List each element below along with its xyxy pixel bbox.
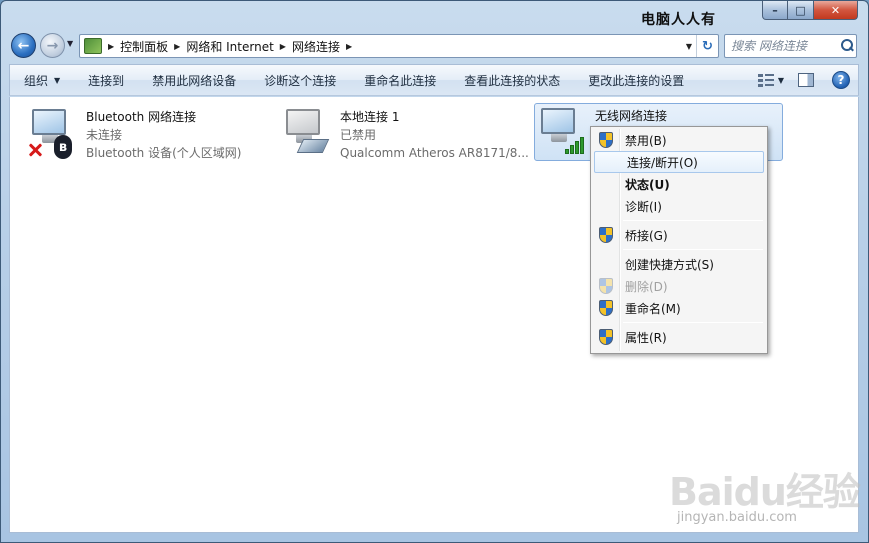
maximize-button[interactable]: □ [788, 1, 814, 20]
minimize-button[interactable]: – [762, 1, 788, 20]
rename-button[interactable]: 重命名此连接 [350, 65, 450, 95]
monitor-icon [541, 108, 575, 134]
menu-item-label: 属性(R) [625, 330, 667, 345]
back-button[interactable]: ← [11, 33, 36, 58]
uac-shield-icon [599, 300, 613, 316]
connection-details: Bluetooth 网络连接 未连接 Bluetooth 设备(个人区域网) [86, 105, 241, 163]
menu-item-delete: 删除(D) [593, 275, 765, 297]
uac-shield-icon [599, 227, 613, 243]
address-bar[interactable]: ▶ 控制面板 ▶ 网络和 Internet ▶ 网络连接 ▶ ▼ ↻ [79, 34, 719, 58]
chevron-right-icon[interactable]: ▶ [346, 42, 352, 51]
refresh-icon[interactable]: ↻ [696, 35, 718, 57]
menu-item-create-shortcut[interactable]: 创建快捷方式(S) [593, 253, 765, 275]
search-box[interactable] [724, 34, 857, 58]
explorer-window: 电脑人人有 – □ ✕ ← → ▼ ▶ 控制面板 ▶ 网络和 Internet … [0, 0, 869, 543]
wifi-signal-icon [565, 136, 587, 154]
menu-item-label: 连接/断开(O) [627, 155, 698, 170]
forward-button[interactable]: → [40, 33, 65, 58]
menu-item-diagnose[interactable]: 诊断(I) [593, 195, 765, 217]
menu-item-status[interactable]: 状态(U) [593, 173, 765, 195]
connection-status: 已禁用 [340, 128, 377, 142]
menu-item-label: 重命名(M) [625, 301, 681, 316]
disable-device-button[interactable]: 禁用此网络设备 [138, 65, 250, 95]
command-bar: 组织 ▼ 连接到 禁用此网络设备 诊断这个连接 重命名此连接 查看此连接的状态 … [9, 64, 859, 96]
monitor-icon [286, 109, 320, 135]
menu-item-label: 删除(D) [625, 279, 668, 294]
connect-to-button[interactable]: 连接到 [74, 65, 138, 95]
breadcrumb-network-connections[interactable]: 网络连接 [292, 38, 340, 55]
uac-shield-icon [599, 278, 613, 294]
breadcrumb-control-panel[interactable]: 控制面板 [120, 38, 168, 55]
navigation-bar: ← → ▼ ▶ 控制面板 ▶ 网络和 Internet ▶ 网络连接 ▶ ▼ ↻ [9, 31, 859, 59]
connection-name: 本地连接 1 [340, 110, 400, 124]
recent-pages-dropdown-icon[interactable]: ▼ [67, 39, 73, 48]
control-panel-icon [84, 38, 102, 54]
chevron-right-icon[interactable]: ▶ [280, 42, 286, 51]
connection-details: 本地连接 1 已禁用 Qualcomm Atheros AR8171/8... [340, 105, 529, 163]
network-adapter-icon [537, 104, 587, 158]
menu-separator [623, 220, 763, 221]
connection-bluetooth[interactable]: ʙ Bluetooth 网络连接 未连接 Bluetooth 设备(个人区域网) [28, 105, 241, 163]
menu-item-label: 创建快捷方式(S) [625, 257, 714, 272]
view-options-dropdown-icon[interactable]: ▼ [778, 76, 784, 85]
baidu-watermark: Baidu经验 jingyan.baidu.com [669, 461, 861, 525]
uac-shield-icon [599, 132, 613, 148]
monitor-icon [32, 109, 66, 135]
organize-label: 组织 [24, 73, 49, 88]
window-title: 电脑人人有 [641, 12, 716, 28]
connection-name: 无线网络连接 [595, 109, 668, 123]
menu-item-properties[interactable]: 属性(R) [593, 326, 765, 348]
menu-item-connect-disconnect[interactable]: 连接/断开(O) [594, 151, 764, 173]
menu-item-disable[interactable]: 禁用(B) [593, 129, 765, 151]
search-input[interactable] [731, 39, 839, 53]
connection-name: Bluetooth 网络连接 [86, 110, 197, 124]
disconnected-x-icon [28, 143, 42, 157]
organize-button[interactable]: 组织 ▼ [10, 65, 74, 95]
caption-buttons: – □ ✕ [762, 1, 858, 20]
connection-local-1[interactable]: 本地连接 1 已禁用 Qualcomm Atheros AR8171/8... [282, 105, 529, 163]
address-dropdown-icon[interactable]: ▼ [682, 42, 696, 51]
change-settings-button[interactable]: 更改此连接的设置 [574, 65, 698, 95]
menu-item-rename[interactable]: 重命名(M) [593, 297, 765, 319]
change-view-icon[interactable] [757, 73, 774, 87]
diagnose-button[interactable]: 诊断这个连接 [250, 65, 350, 95]
chevron-right-icon[interactable]: ▶ [108, 42, 114, 51]
menu-item-label: 禁用(B) [625, 133, 667, 148]
menu-item-bridge[interactable]: 桥接(G) [593, 224, 765, 246]
menu-item-label: 桥接(G) [625, 228, 668, 243]
help-icon[interactable]: ? [832, 71, 850, 89]
menu-separator [623, 249, 763, 250]
chevron-down-icon: ▼ [54, 75, 61, 85]
connection-status: 未连接 [86, 128, 123, 142]
menu-item-label: 状态(U) [625, 177, 670, 192]
menu-item-label: 诊断(I) [625, 199, 662, 214]
network-adapter-icon: ʙ [28, 105, 78, 159]
view-status-button[interactable]: 查看此连接的状态 [450, 65, 574, 95]
close-button[interactable]: ✕ [814, 1, 858, 20]
context-menu: 禁用(B) 连接/断开(O) 状态(U) 诊断(I) 桥接(G) 创建快捷方式(… [590, 126, 768, 354]
bluetooth-icon: ʙ [54, 135, 72, 159]
breadcrumb-network-internet[interactable]: 网络和 Internet [186, 38, 273, 55]
connection-device: Bluetooth 设备(个人区域网) [86, 146, 242, 160]
menu-separator [623, 322, 763, 323]
uac-shield-icon [599, 329, 613, 345]
preview-pane-icon[interactable] [798, 73, 814, 87]
ethernet-cable-icon [296, 139, 330, 153]
search-icon[interactable] [839, 38, 855, 54]
watermark-logo: Baidu经验 [669, 470, 861, 514]
command-bar-right: ▼ ? [748, 65, 858, 95]
chevron-right-icon[interactable]: ▶ [174, 42, 180, 51]
network-adapter-icon [282, 105, 332, 159]
connection-device: Qualcomm Atheros AR8171/8... [340, 146, 529, 160]
